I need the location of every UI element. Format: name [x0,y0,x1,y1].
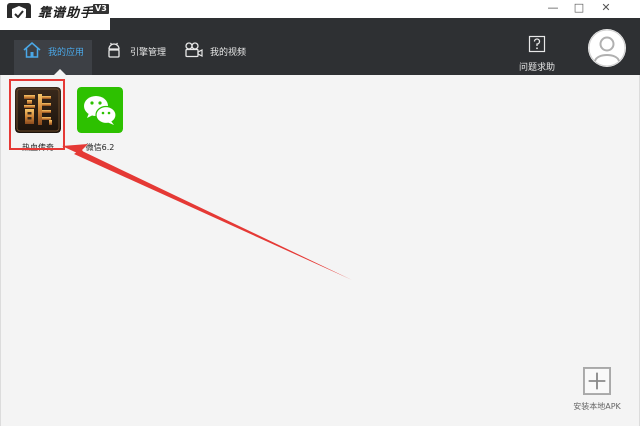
android-icon [108,42,120,58]
app-tile-wechat[interactable]: 微信6.2 [76,87,124,153]
apps-panel: 热血传奇 微信6.2 安装本地APK [0,75,640,426]
logo-strip [0,18,110,30]
video-camera-icon [185,42,203,58]
help-label: 问题求助 [518,63,555,73]
maximize-button[interactable]: □ [569,0,589,16]
version-badge: V3 [93,4,109,14]
minimize-icon: — [547,1,559,14]
app-name: 微信6.2 [85,143,115,152]
home-icon [23,42,41,58]
question-icon [528,35,546,53]
close-button[interactable]: ✕ [596,0,616,16]
avatar[interactable] [588,29,626,67]
app-window: 靠谱助手 V3 — □ ✕ 我的应用 引擎管理 我的视频 问题求助 热血传奇 微… [0,0,640,426]
minimize-button[interactable]: — [543,0,563,16]
tab-label: 引擎管理 [130,48,167,58]
tab-label: 我的视频 [210,48,247,58]
main-header: 我的应用 引擎管理 我的视频 问题求助 [0,18,640,75]
user-icon [588,29,626,67]
highlight-box [9,79,65,150]
tab-my-videos[interactable]: 我的视频 [184,40,246,75]
title-bar[interactable]: 靠谱助手 V3 — □ ✕ [0,0,640,25]
install-label: 安装本地APK [573,402,621,411]
close-icon: ✕ [601,1,611,14]
plus-icon [583,367,611,395]
tab-label: 我的应用 [48,48,85,58]
maximize-icon: □ [573,1,585,14]
wechat-icon [77,87,123,133]
install-apk-button[interactable]: 安装本地APK [562,367,632,412]
tab-my-apps[interactable]: 我的应用 [14,40,92,75]
help-button[interactable]: 问题求助 [518,35,556,73]
tab-engine-management[interactable]: 引擎管理 [104,40,166,75]
